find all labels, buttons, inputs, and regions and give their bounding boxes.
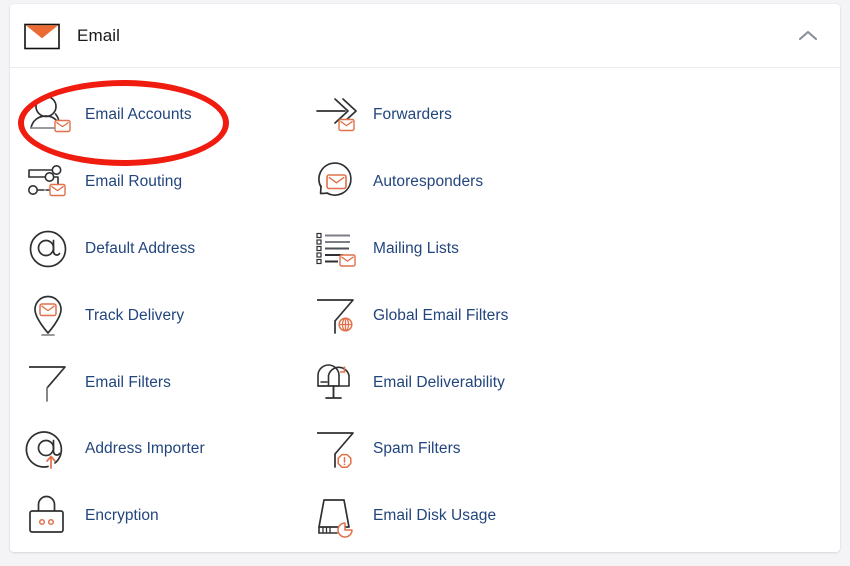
tile-label: Global Email Filters bbox=[373, 306, 509, 324]
tile-email-filters[interactable]: Email Filters bbox=[23, 349, 311, 416]
tile-label: Mailing Lists bbox=[373, 239, 459, 257]
mailbox-icon bbox=[311, 358, 365, 408]
tile-encryption[interactable]: Encryption bbox=[23, 483, 311, 550]
chevron-up-icon[interactable] bbox=[794, 22, 822, 50]
email-tools-body: Email Accounts Forwarders Email Routing … bbox=[10, 68, 840, 552]
tile-label: Email Deliverability bbox=[373, 373, 505, 391]
email-tools-grid: Email Accounts Forwarders Email Routing … bbox=[10, 82, 840, 550]
tile-label: Email Disk Usage bbox=[373, 507, 497, 525]
tile-label: Encryption bbox=[85, 507, 159, 525]
tile-label: Email Accounts bbox=[85, 106, 192, 124]
tile-label: Email Filters bbox=[85, 373, 171, 391]
tile-label: Email Routing bbox=[85, 173, 183, 191]
padlock-icon bbox=[23, 491, 77, 541]
tile-forwarders[interactable]: Forwarders bbox=[311, 82, 840, 149]
at-sign-import-icon bbox=[23, 424, 77, 474]
at-sign-icon bbox=[23, 224, 77, 274]
disk-usage-icon bbox=[311, 491, 365, 541]
list-envelope-icon bbox=[311, 224, 365, 274]
tile-label: Autoresponders bbox=[373, 173, 484, 191]
tile-label: Track Delivery bbox=[85, 306, 185, 324]
email-section-header: Email bbox=[10, 4, 840, 68]
page-root: Email Email Accounts Forwarders Email Ro… bbox=[0, 0, 850, 566]
tile-autoresponders[interactable]: Autoresponders bbox=[311, 149, 840, 216]
tile-email-accounts[interactable]: Email Accounts bbox=[23, 82, 311, 149]
user-envelope-icon bbox=[23, 90, 77, 140]
routing-nodes-envelope-icon bbox=[23, 157, 77, 207]
funnel-icon bbox=[23, 358, 77, 408]
tile-global-email-filters[interactable]: Global Email Filters bbox=[311, 282, 840, 349]
tile-address-importer[interactable]: Address Importer bbox=[23, 416, 311, 483]
arrow-forward-envelope-icon bbox=[311, 90, 365, 140]
tile-track-delivery[interactable]: Track Delivery bbox=[23, 282, 311, 349]
tile-label: Spam Filters bbox=[373, 440, 461, 458]
funnel-globe-icon bbox=[311, 291, 365, 341]
tile-spam-filters[interactable]: Spam Filters bbox=[311, 416, 840, 483]
map-pin-envelope-icon bbox=[23, 291, 77, 341]
tile-label: Default Address bbox=[85, 239, 196, 257]
email-section-card: Email Email Accounts Forwarders Email Ro… bbox=[10, 4, 840, 552]
tile-email-routing[interactable]: Email Routing bbox=[23, 149, 311, 216]
page-title: Email bbox=[77, 25, 121, 45]
funnel-alert-icon bbox=[311, 424, 365, 474]
tile-email-deliverability[interactable]: Email Deliverability bbox=[311, 349, 840, 416]
envelope-icon bbox=[23, 17, 61, 55]
tile-default-address[interactable]: Default Address bbox=[23, 216, 311, 283]
tile-mailing-lists[interactable]: Mailing Lists bbox=[311, 216, 840, 283]
tile-label: Address Importer bbox=[85, 440, 205, 458]
refresh-envelope-icon bbox=[311, 157, 365, 207]
tile-email-disk-usage[interactable]: Email Disk Usage bbox=[311, 483, 840, 550]
tile-label: Forwarders bbox=[373, 106, 452, 124]
